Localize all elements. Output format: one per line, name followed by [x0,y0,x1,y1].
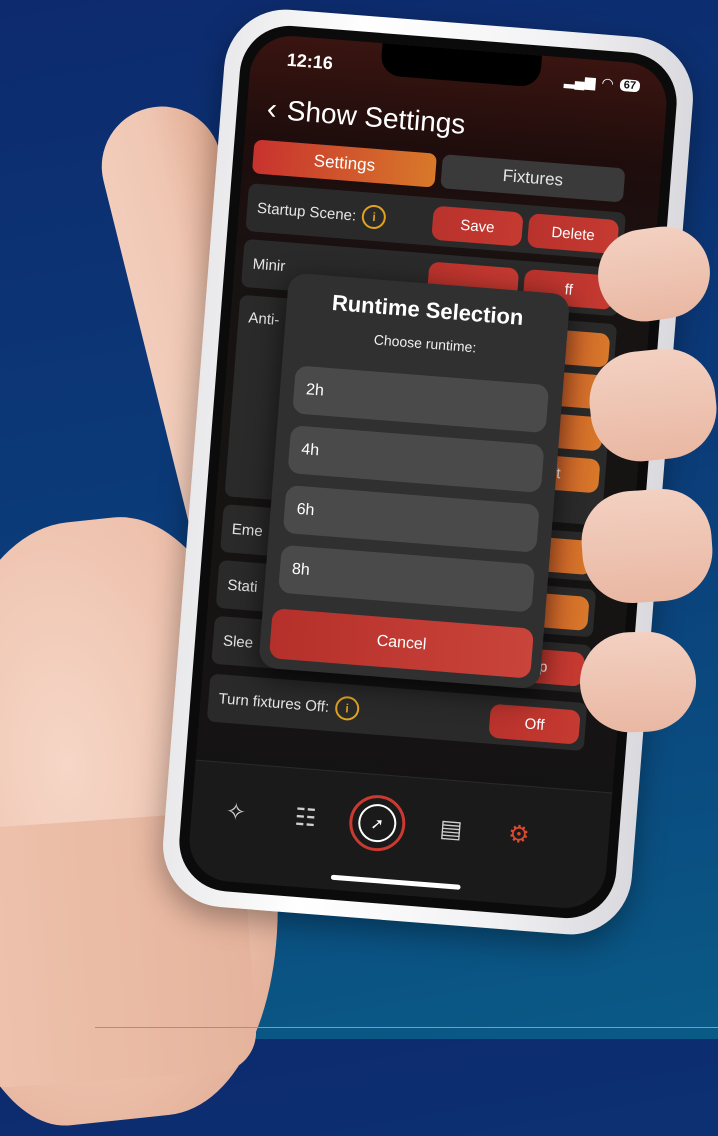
row-label: Turn fixtures Off: [217,689,330,716]
tab-settings[interactable]: Settings [251,139,437,188]
runtime-selection-dialog: Runtime Selection Choose runtime: 2h 4h … [258,272,571,690]
row-label: Stati [226,576,259,596]
battery-icon: 67 [619,78,641,92]
gear-icon[interactable]: ⚙ [495,811,542,858]
signal-icon: ▂▄▆ [563,71,597,90]
phone: 12:16 ▂▄▆ ◠ 67 ‹ Show Settings Settings … [158,4,698,940]
save-button[interactable]: Save [431,205,524,247]
flashlight-icon[interactable]: ✧ [212,788,259,835]
runtime-option-2h[interactable]: 2h [292,365,550,434]
header: ‹ Show Settings [266,92,467,142]
hand-finger [578,630,698,734]
status-icons: ▂▄▆ ◠ 67 [564,72,641,95]
hand-finger [578,485,716,607]
info-icon[interactable]: i [361,204,387,230]
info-icon[interactable]: i [334,695,360,722]
row-label: Anti- [247,309,280,329]
row-label: Minir [252,255,286,275]
compass-icon[interactable]: ➚ [347,792,408,854]
wifi-icon: ◠ [601,74,615,92]
runtime-option-4h[interactable]: 4h [287,425,545,493]
cancel-button[interactable]: Cancel [268,608,535,679]
mixer-icon[interactable]: ☷ [282,794,329,841]
phone-screen: 12:16 ▂▄▆ ◠ 67 ‹ Show Settings Settings … [186,32,670,912]
runtime-option-6h[interactable]: 6h [282,484,540,553]
back-chevron-icon[interactable]: ‹ [266,92,279,127]
row-label: Startup Scene: [256,199,357,225]
row-label: Eme [231,520,264,540]
home-indicator [330,874,461,890]
row-label: Slee [222,631,254,652]
tab-fixtures[interactable]: Fixtures [440,154,626,203]
page-title: Show Settings [285,94,467,140]
fixtures-off-button[interactable]: Off [488,703,581,745]
status-time: 12:16 [286,49,334,74]
runtime-option-8h[interactable]: 8h [278,544,536,613]
divider-line [95,1027,718,1028]
clapperboard-icon[interactable]: ▤ [427,805,474,852]
